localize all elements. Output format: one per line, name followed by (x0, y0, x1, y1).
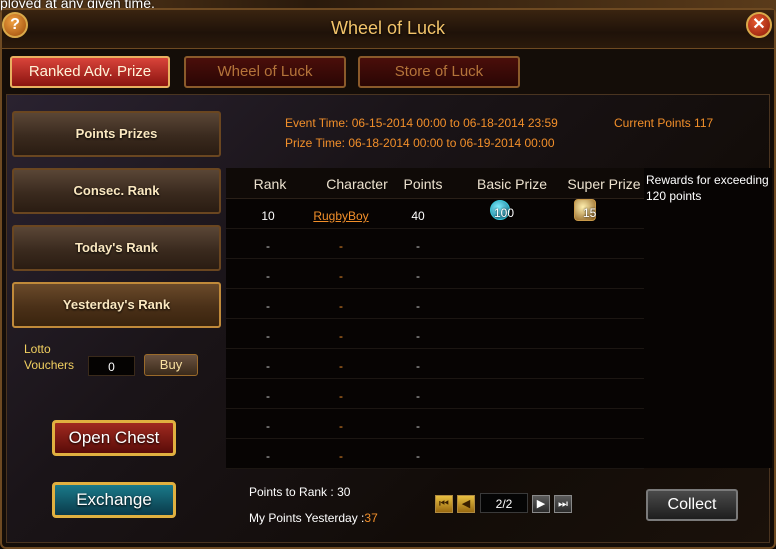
page-indicator: 2/2 (480, 493, 528, 513)
row-character: - (339, 299, 343, 313)
prize-time: Prize Time: 06-18-2014 00:00 to 06-19-20… (285, 136, 555, 150)
current-points: Current Points 117 (614, 116, 714, 130)
my-points-yesterday: My Points Yesterday :37 (249, 511, 378, 525)
header-super-prize: Super Prize (567, 176, 641, 192)
help-button[interactable]: ? (2, 12, 28, 38)
row-character: - (339, 449, 343, 463)
points-to-rank-label: Points to Rank : (249, 485, 334, 499)
sidebar-item-todays-rank[interactable]: Today's Rank (12, 225, 221, 271)
lotto-label-line-2: Vouchers (24, 358, 75, 372)
reward-note: Rewards for exceeding 120 points (646, 173, 769, 203)
row-character: - (339, 239, 343, 253)
row-points: - (416, 329, 420, 343)
collect-button[interactable]: Collect (646, 489, 738, 521)
row-points: 40 (411, 209, 425, 223)
row-points: - (416, 269, 420, 283)
row-rank: - (266, 299, 270, 313)
event-time: Event Time: 06-15-2014 00:00 to 06-18-20… (285, 116, 558, 130)
row-character: - (339, 359, 343, 373)
tab-ranked-adv-prize[interactable]: Ranked Adv. Prize (10, 56, 170, 88)
row-character: - (339, 419, 343, 433)
last-page-icon[interactable]: ⏭ (554, 495, 572, 513)
tab-store-of-luck[interactable]: Store of Luck (358, 56, 520, 88)
row-points: - (416, 299, 420, 313)
row-rank: - (266, 239, 270, 253)
row-points: - (416, 359, 420, 373)
tab-wheel-of-luck[interactable]: Wheel of Luck (184, 56, 346, 88)
header-points: Points (403, 176, 443, 192)
open-chest-button[interactable]: Open Chest (52, 420, 176, 456)
row-rank: 10 (261, 209, 275, 223)
my-points-yesterday-label: My Points Yesterday : (249, 511, 365, 525)
first-page-icon[interactable]: ⏮ (435, 495, 453, 513)
lotto-vouchers-count: 0 (88, 356, 135, 376)
next-page-icon[interactable]: ▶ (532, 495, 550, 513)
exchange-button[interactable]: Exchange (52, 482, 176, 518)
row-rank: - (266, 419, 270, 433)
row-points: - (416, 419, 420, 433)
super-prize-value: 15 (583, 206, 597, 220)
header-rank: Rank (253, 176, 287, 192)
sidebar-item-points-prizes[interactable]: Points Prizes (12, 111, 221, 157)
row-points: - (416, 449, 420, 463)
row-points: - (416, 389, 420, 403)
points-to-rank-value: 30 (337, 485, 351, 499)
row-points: - (416, 239, 420, 253)
row-rank: - (266, 329, 270, 343)
sidebar-item-consec-rank[interactable]: Consec. Rank (12, 168, 221, 214)
row-rank: - (266, 359, 270, 373)
lotto-vouchers-label: Lotto Vouchers (24, 341, 74, 373)
row-rank: - (266, 389, 270, 403)
prev-page-icon[interactable]: ◀ (457, 495, 475, 513)
points-to-rank: Points to Rank : 30 (249, 485, 350, 499)
row-rank: - (266, 449, 270, 463)
my-points-yesterday-value: 37 (364, 511, 378, 525)
sidebar-item-yesterdays-rank[interactable]: Yesterday's Rank (12, 282, 221, 328)
row-character: - (339, 389, 343, 403)
row-character: - (339, 329, 343, 343)
buy-button[interactable]: Buy (144, 354, 198, 376)
row-character: - (339, 269, 343, 283)
row-character-link[interactable]: RugbyBoy (311, 209, 371, 223)
row-rank: - (266, 269, 270, 283)
basic-prize-value: 100 (494, 206, 515, 220)
lotto-label-line-1: Lotto (24, 342, 51, 356)
header-character: Character (326, 176, 388, 192)
header-basic-prize: Basic Prize (476, 176, 548, 192)
close-button[interactable]: ✕ (746, 12, 772, 38)
window-title: Wheel of Luck (330, 18, 446, 38)
